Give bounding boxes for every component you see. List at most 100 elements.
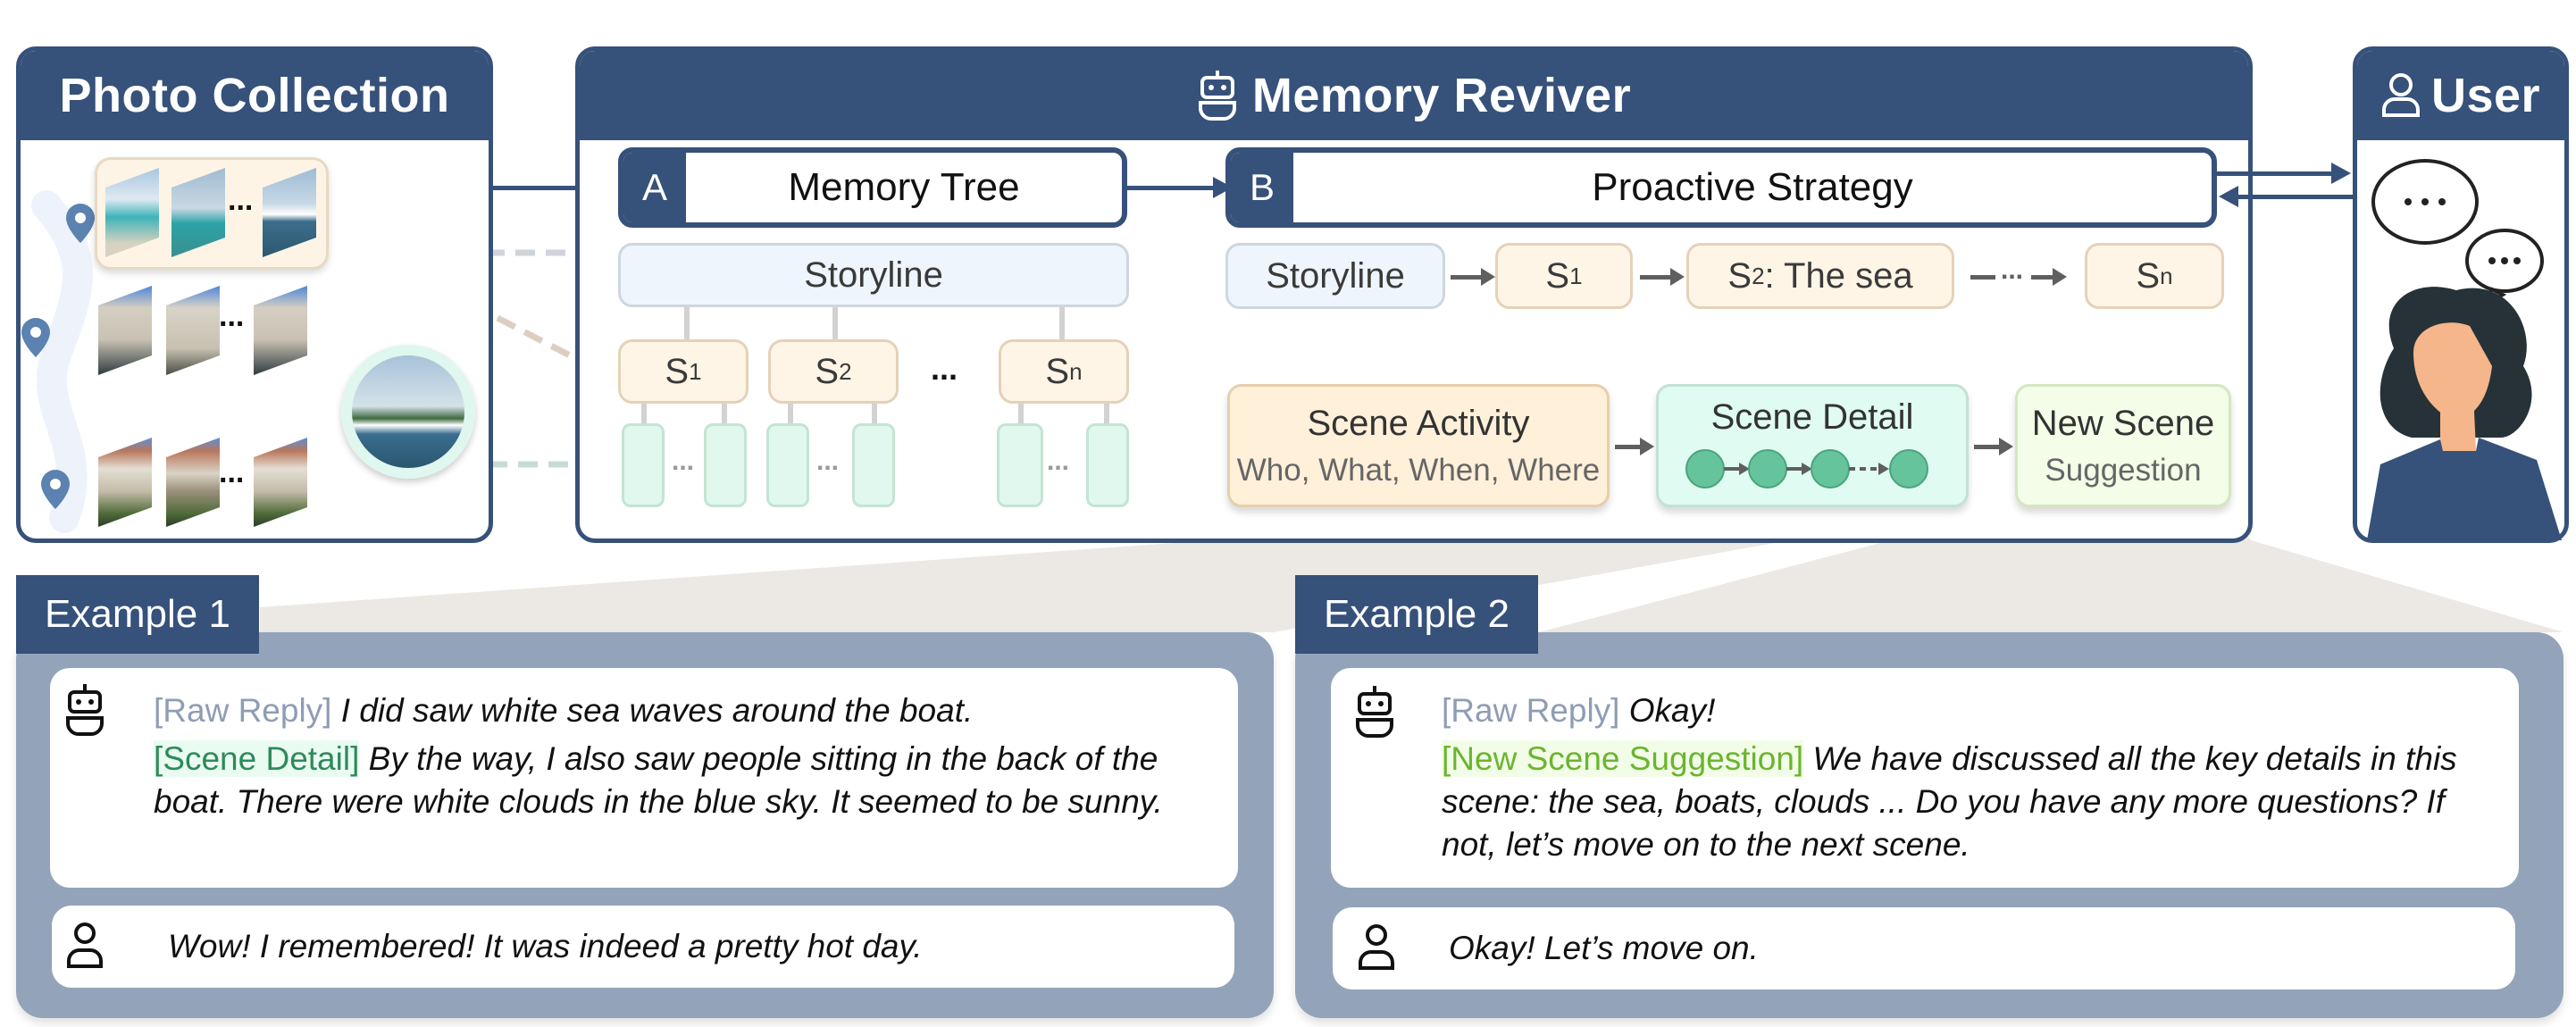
scene-activity-title: Scene Activity — [1307, 403, 1530, 443]
scene-subscript: 2 — [839, 357, 852, 385]
new-scene-suggestion-tag: [New Scene Suggestion] — [1442, 740, 1804, 777]
flow-dash — [1970, 275, 1995, 280]
memory-tree-title: Memory Tree — [788, 165, 1020, 209]
scene-subscript: n — [1069, 357, 1083, 385]
raw-reply-tag: [Raw Reply] — [1442, 692, 1620, 729]
user-icon — [67, 923, 103, 968]
scene-label: S — [1045, 351, 1070, 391]
example-2-assistant-message: [Raw Reply] Okay! [New Scene Suggestion]… — [1442, 689, 2505, 866]
section-letter-a: A — [623, 153, 686, 222]
tree-scene-sn[interactable]: Sn — [999, 339, 1129, 404]
tree-connector — [832, 307, 838, 339]
example-2-tab: Example 2 — [1295, 575, 1538, 654]
photo-collection-header: Photo Collection — [21, 51, 489, 140]
tree-connector — [1104, 404, 1109, 423]
scene-subscript: 1 — [689, 357, 702, 385]
scene-label: S — [1727, 255, 1752, 296]
tree-to-strategy-arrow — [1127, 177, 1233, 198]
tree-scene-s2[interactable]: S2 — [768, 339, 899, 404]
tree-connector — [1018, 404, 1024, 423]
scene-label: S — [815, 351, 840, 391]
user-title: User — [2430, 69, 2541, 122]
example-1-title: Example 1 — [45, 592, 230, 636]
example-1-strategy-reply: [Scene Detail] By the way, I also saw pe… — [154, 738, 1234, 823]
example-2-strategy-reply: [New Scene Suggestion] We have discussed… — [1442, 738, 2505, 866]
scene-subscript: 1 — [1569, 262, 1583, 289]
example-2-raw-reply: [Raw Reply] Okay! — [1442, 689, 2505, 732]
flow-storyline-node[interactable]: Storyline — [1225, 243, 1445, 309]
flow-scene-s2-the-sea[interactable]: S2: The sea — [1686, 243, 1954, 309]
tree-leaf[interactable] — [704, 423, 747, 507]
leaf-ellipsis: ... — [1047, 447, 1070, 476]
new-scene-stage[interactable]: New Scene Suggestion — [2015, 384, 2231, 507]
scene-label: S — [2136, 255, 2161, 296]
flow-arrow — [1640, 268, 1685, 286]
memory-reviver-header: Memory Reviver — [580, 51, 2248, 140]
proactive-strategy-label: B Proactive Strategy — [1225, 147, 2217, 228]
new-scene-subtitle: Suggestion — [2045, 452, 2202, 488]
scene-detail-title: Scene Detail — [1710, 397, 1914, 437]
tree-leaf[interactable] — [766, 423, 809, 507]
tree-connector — [872, 404, 877, 423]
tree-scene-ellipsis: ... — [931, 350, 958, 387]
tree-leaf[interactable] — [852, 423, 895, 507]
tree-scene-s1[interactable]: S1 — [618, 339, 749, 404]
flow-arrow — [1451, 268, 1495, 286]
example-2-title: Example 2 — [1324, 592, 1510, 636]
memory-reviver-title: Memory Reviver — [1251, 69, 1632, 122]
scene-subscript: 2 — [1752, 262, 1765, 289]
leaf-ellipsis: ... — [672, 447, 695, 476]
tree-connector — [1059, 307, 1065, 339]
tree-connector — [788, 404, 793, 423]
scene-name: : The sea — [1764, 255, 1913, 296]
user-icon — [1359, 924, 1394, 970]
raw-reply-text: I did saw white sea waves around the boa… — [331, 692, 974, 729]
photo-ellipsis: ... — [219, 455, 245, 489]
photo-ellipsis: ... — [219, 299, 245, 333]
tree-connector — [641, 404, 647, 423]
raw-reply-text: Okay! — [1619, 692, 1716, 729]
new-scene-title: New Scene — [2031, 403, 2215, 443]
photo-ellipsis: ... — [228, 183, 254, 217]
flow-ellipsis: ... — [2001, 255, 2024, 285]
robot-icon — [1356, 686, 1393, 738]
location-pin-icon — [21, 318, 50, 357]
tree-leaf[interactable] — [1086, 423, 1129, 507]
stage-arrow — [1974, 438, 2013, 455]
zoomed-photo-circle[interactable] — [341, 345, 475, 479]
scene-label: S — [665, 351, 690, 391]
robot-icon — [1198, 71, 1236, 121]
flow-scene-sn[interactable]: Sn — [2085, 243, 2224, 309]
flow-storyline-label: Storyline — [1266, 255, 1405, 296]
scene-activity-stage[interactable]: Scene Activity Who, What, When, Where — [1227, 384, 1610, 507]
flow-arrow — [2031, 268, 2067, 286]
scene-label: S — [1545, 255, 1570, 296]
example-1-user-message: Wow! I remembered! It was indeed a prett… — [168, 928, 923, 964]
location-pin-icon — [66, 204, 95, 243]
user-to-strategy-arrow — [2219, 186, 2353, 207]
raw-reply-tag: [Raw Reply] — [154, 692, 332, 729]
speech-bubble-icon — [2371, 159, 2479, 245]
example-1-assistant-message: [Raw Reply] I did saw white sea waves ar… — [154, 689, 1234, 823]
robot-icon — [66, 684, 104, 736]
avatar-woman — [2367, 287, 2562, 540]
tree-storyline-label: Storyline — [804, 255, 943, 295]
strategy-to-user-arrow — [2217, 163, 2351, 184]
scene-detail-stage[interactable]: Scene Detail — [1656, 384, 1969, 507]
user-icon — [2381, 73, 2420, 117]
section-letter-b: B — [1231, 153, 1293, 222]
example-1-raw-reply: [Raw Reply] I did saw white sea waves ar… — [154, 689, 1234, 732]
tree-storyline-node[interactable]: Storyline — [618, 243, 1129, 307]
leaf-ellipsis: ... — [816, 447, 840, 476]
tree-leaf[interactable] — [997, 423, 1043, 507]
stage-arrow — [1615, 438, 1654, 455]
user-header: User — [2357, 51, 2564, 140]
tree-leaf[interactable] — [622, 423, 665, 507]
scene-activity-subtitle: Who, What, When, Where — [1236, 452, 1601, 488]
flow-scene-s1[interactable]: S1 — [1495, 243, 1633, 309]
location-pin-icon — [41, 470, 70, 509]
tree-connector — [722, 404, 727, 423]
example-2-user-message: Okay! Let’s move on. — [1449, 930, 1759, 966]
tree-connector — [684, 307, 690, 339]
memory-tree-label: A Memory Tree — [618, 147, 1127, 228]
